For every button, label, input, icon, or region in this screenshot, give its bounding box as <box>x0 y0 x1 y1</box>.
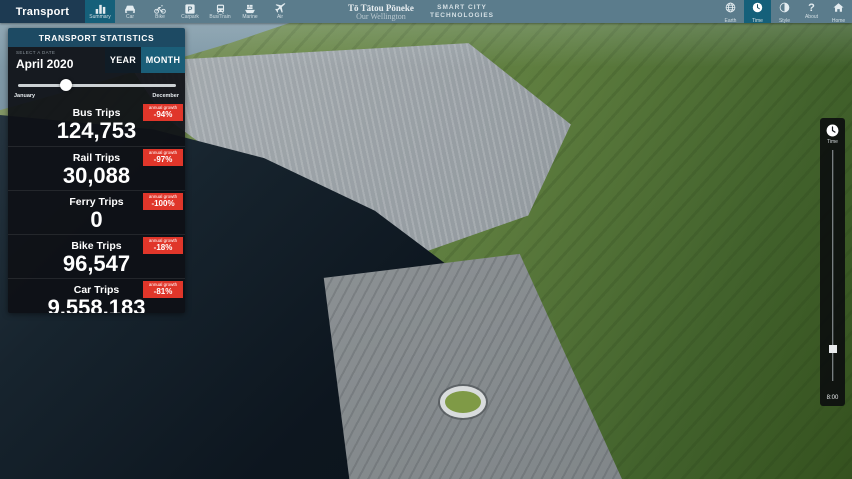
smart-city-logo: SMART CITY TECHNOLOGIES <box>430 0 494 23</box>
stat-value: 0 <box>8 208 185 232</box>
month-slider[interactable] <box>18 79 176 91</box>
brand-line1: Tō Tātou Pōneke <box>348 3 414 13</box>
growth-value: -97% <box>143 155 183 164</box>
stat-value: 96,547 <box>8 252 185 276</box>
annual-growth-badge: annual growth -81% <box>143 281 183 298</box>
clock-icon <box>752 0 763 18</box>
wellington-brand: Tō Tātou Pōneke Our Wellington <box>348 0 414 23</box>
tab-label: Marine <box>242 15 257 20</box>
transport-mode-tabs: Summary Car Bike P Carpark <box>85 0 295 23</box>
tab-label: Bus/Train <box>209 15 230 20</box>
stat-car-trips: annual growth -81% Car Trips 9,558,183 <box>8 278 185 313</box>
bar-chart-icon <box>95 4 106 14</box>
stat-rail-trips: annual growth -97% Rail Trips 30,088 <box>8 146 185 190</box>
tab-bus-train[interactable]: Bus/Train <box>205 0 235 23</box>
annual-growth-badge: annual growth -100% <box>143 193 183 210</box>
tab-time[interactable]: Time <box>744 0 771 23</box>
tab-style[interactable]: Style <box>771 0 798 23</box>
house-icon <box>833 0 844 18</box>
tab-label: Earth <box>725 19 737 24</box>
time-of-day-panel: Time 8:00 <box>820 118 845 406</box>
contrast-icon <box>779 0 790 18</box>
bus-train-icon <box>215 4 226 14</box>
plane-icon <box>275 3 286 14</box>
year-button[interactable]: YEAR <box>105 47 141 73</box>
bike-icon <box>154 4 166 14</box>
tab-label: Home <box>832 19 845 24</box>
tab-label: Air <box>277 15 283 20</box>
time-panel-label: Time <box>827 139 838 145</box>
globe-icon <box>725 0 736 18</box>
annual-growth-badge: annual growth -94% <box>143 104 183 121</box>
view-control-tabs: Earth Time Style ? About <box>717 0 852 23</box>
date-caption: SELECT A DATE <box>16 50 105 55</box>
month-slider-labels: January December <box>14 93 179 99</box>
panel-body: SELECT A DATE April 2020 YEAR MONTH Janu… <box>8 47 185 313</box>
tab-label: Time <box>752 19 763 24</box>
stat-bike-trips: annual growth -18% Bike Trips 96,547 <box>8 234 185 278</box>
tab-summary[interactable]: Summary <box>85 0 115 23</box>
brand-line2: Our Wellington <box>356 13 406 21</box>
transport-statistics-panel: TRANSPORT STATISTICS SELECT A DATE April… <box>8 28 185 313</box>
stat-value: 30,088 <box>8 164 185 188</box>
month-slider-handle[interactable] <box>60 79 72 91</box>
top-bar: Transport Summary Car Bike <box>0 0 852 23</box>
tab-about[interactable]: ? About <box>798 0 825 23</box>
tab-label: About <box>805 15 818 20</box>
tab-label: Car <box>126 15 134 20</box>
marine-icon <box>244 4 256 14</box>
tab-label: Bike <box>155 15 165 20</box>
tab-label: Style <box>779 19 790 24</box>
annual-growth-badge: annual growth -97% <box>143 149 183 166</box>
growth-value: -81% <box>143 287 183 296</box>
tab-earth[interactable]: Earth <box>717 0 744 23</box>
time-value: 8:00 <box>827 395 839 401</box>
tab-home[interactable]: Home <box>825 0 852 23</box>
parking-icon: P <box>185 4 195 14</box>
month-button[interactable]: MONTH <box>141 47 185 73</box>
annual-growth-badge: annual growth -18% <box>143 237 183 254</box>
tab-car[interactable]: Car <box>115 0 145 23</box>
svg-text:P: P <box>188 5 193 13</box>
org-line2: TECHNOLOGIES <box>430 12 494 20</box>
growth-value: -18% <box>143 243 183 252</box>
tab-bike[interactable]: Bike <box>145 0 175 23</box>
panel-title: TRANSPORT STATISTICS <box>8 28 185 47</box>
clock-icon <box>826 124 839 137</box>
tab-marine[interactable]: Marine <box>235 0 265 23</box>
stat-value: 124,753 <box>8 119 185 143</box>
stat-value: 9,558,183 <box>8 296 185 313</box>
growth-value: -100% <box>143 199 183 208</box>
date-selector-row: SELECT A DATE April 2020 YEAR MONTH <box>8 47 185 73</box>
growth-value: -94% <box>143 110 183 119</box>
question-mark-icon: ? <box>808 3 815 14</box>
month-slider-track[interactable] <box>18 84 176 87</box>
car-icon <box>124 4 136 14</box>
stat-ferry-trips: annual growth -100% Ferry Trips 0 <box>8 190 185 234</box>
tab-label: Summary <box>89 15 110 20</box>
stat-bus-trips: annual growth -94% Bus Trips 124,753 <box>8 102 185 146</box>
org-line1: SMART CITY <box>437 4 487 12</box>
date-display: SELECT A DATE April 2020 <box>8 47 105 73</box>
time-slider-handle[interactable] <box>829 345 837 353</box>
slider-min-label: January <box>14 93 35 99</box>
tab-label: Carpark <box>181 15 199 20</box>
tab-air[interactable]: Air <box>265 0 295 23</box>
app-title: Transport <box>0 0 85 23</box>
smart-city-app: Transport Summary Car Bike <box>0 0 852 479</box>
selected-date: April 2020 <box>16 57 105 71</box>
time-slider[interactable] <box>820 150 845 395</box>
tab-carpark[interactable]: P Carpark <box>175 0 205 23</box>
stats-list: annual growth -94% Bus Trips 124,753 ann… <box>8 102 185 313</box>
slider-max-label: December <box>152 93 179 99</box>
